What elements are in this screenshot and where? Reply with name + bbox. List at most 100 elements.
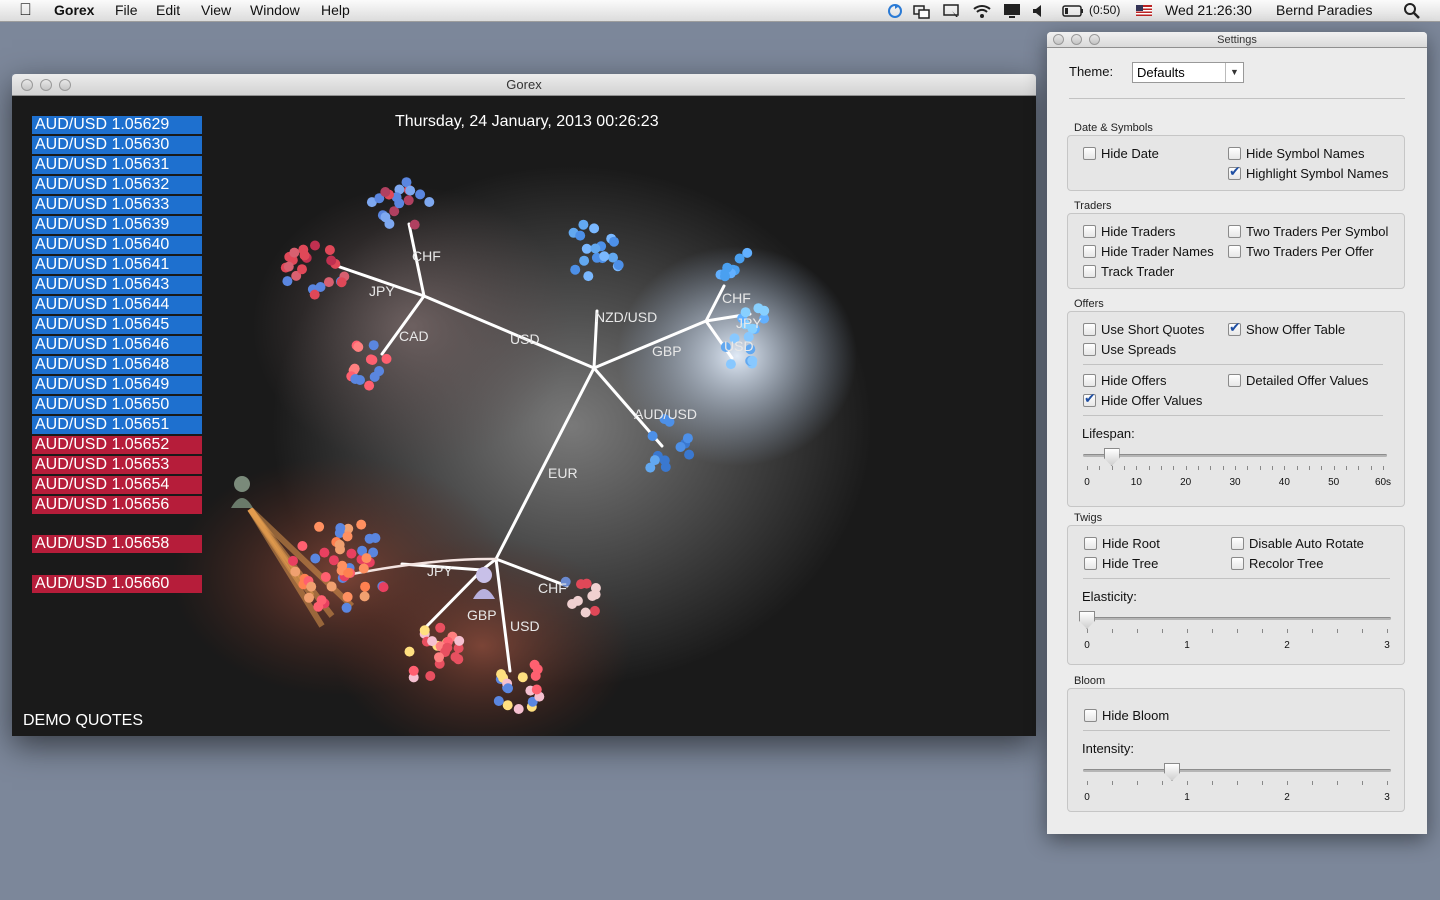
offer-node[interactable] [589,223,600,234]
offer-node[interactable] [335,523,346,533]
offer-node[interactable] [734,253,745,264]
offer-node[interactable] [590,243,601,254]
offer-node[interactable] [579,255,590,266]
offer-node[interactable] [320,572,331,582]
offer-node[interactable] [583,271,594,282]
menu-file[interactable]: File [115,2,138,18]
offer-node[interactable] [341,602,352,613]
checkbox-icon[interactable] [1083,343,1096,356]
offer-node[interactable] [720,271,730,282]
offer-node[interactable] [405,185,416,196]
windows-icon[interactable] [913,3,931,19]
checkbox-checked-icon[interactable] [1228,320,1241,336]
offer-node[interactable] [326,581,337,592]
offer-node[interactable] [336,277,347,288]
theme-select[interactable]: Defaults ▼ [1132,62,1244,83]
checkbox-icon[interactable] [1083,225,1096,238]
offer-node[interactable] [649,455,660,466]
track-trader-checkbox[interactable]: Track Trader [1083,264,1174,279]
offer-node[interactable] [361,553,372,564]
hide-traders-checkbox[interactable]: Hide Traders [1083,224,1175,239]
offer-node[interactable] [435,622,446,633]
offer-node[interactable] [609,236,619,247]
offer-node[interactable] [297,541,308,551]
menu-view[interactable]: View [201,2,231,18]
offer-node[interactable] [599,251,610,262]
checkbox-icon[interactable] [1083,245,1096,258]
offer-node[interactable] [578,219,589,230]
checkbox-icon[interactable] [1084,557,1097,570]
offer-node[interactable] [356,519,367,530]
offer-node[interactable] [364,533,375,544]
offer-node[interactable] [316,595,327,606]
offer-node[interactable] [567,599,578,609]
offer-node[interactable] [424,197,435,207]
menu-window[interactable]: Window [250,2,300,18]
offer-node[interactable] [283,261,294,272]
offer-node[interactable] [334,539,345,550]
offer-node[interactable] [337,560,348,571]
slider-track[interactable] [1083,769,1391,772]
detailed-offer-values-checkbox[interactable]: Detailed Offer Values [1228,373,1368,388]
offer-node[interactable] [378,582,389,593]
offer-node[interactable] [415,189,426,200]
checkbox-icon[interactable] [1228,374,1241,387]
offer-node[interactable] [513,704,524,714]
battery-icon[interactable] [1062,3,1084,19]
checkbox-icon[interactable] [1228,147,1241,160]
checkbox-checked-icon[interactable] [1228,164,1241,180]
offer-node[interactable] [353,342,364,352]
us-flag-icon[interactable] [1136,5,1152,21]
checkbox-icon[interactable] [1083,265,1096,278]
highlight-symbol-names-checkbox[interactable]: Highlight Symbol Names [1228,164,1388,181]
checkbox-icon[interactable] [1083,147,1096,160]
offer-node[interactable] [310,240,320,251]
checkbox-icon[interactable] [1231,557,1244,570]
show-offer-table-checkbox[interactable]: Show Offer Table [1228,320,1345,337]
offer-node[interactable] [722,262,733,273]
offer-node[interactable] [288,555,298,566]
hide-trader-names-checkbox[interactable]: Hide Trader Names [1083,244,1214,259]
visualization-canvas[interactable]: CHF JPY CAD USD NZD/USD GBP CHF JPY USD AUD/USD EU… [12,96,1036,736]
offer-node[interactable] [517,672,528,683]
slider-track[interactable] [1083,454,1387,457]
offer-node[interactable] [380,187,391,197]
offer-node[interactable] [682,433,693,444]
checkbox-icon[interactable] [1083,374,1096,387]
offer-node[interactable] [409,219,420,230]
offer-node[interactable] [434,652,444,663]
checkbox-icon[interactable] [1228,245,1241,258]
offer-node[interactable] [408,665,419,676]
checkbox-icon[interactable] [1083,323,1096,336]
spotlight-search-icon[interactable] [1404,3,1420,19]
offer-node[interactable] [581,243,592,254]
display-icon[interactable] [1003,3,1021,19]
use-short-quotes-checkbox[interactable]: Use Short Quotes [1083,322,1204,337]
hide-tree-checkbox[interactable]: Hide Tree [1084,556,1158,571]
offer-node[interactable] [381,353,392,364]
minimize-button[interactable] [40,79,52,91]
menu-app-name[interactable]: Gorex [54,2,94,18]
hide-root-checkbox[interactable]: Hide Root [1084,536,1160,551]
sync-icon[interactable] [886,3,904,19]
offer-node[interactable] [419,625,430,636]
offer-node[interactable] [315,282,326,292]
offer-node[interactable] [314,521,325,532]
hide-bloom-checkbox[interactable]: Hide Bloom [1084,708,1169,723]
offer-node[interactable] [675,442,686,452]
menu-help[interactable]: Help [321,2,350,18]
slider-track[interactable] [1083,617,1391,620]
gorex-titlebar[interactable]: Gorex [12,74,1036,96]
offer-node[interactable] [581,578,592,589]
close-button[interactable] [21,79,33,91]
offer-node[interactable] [647,431,658,441]
offer-node[interactable] [613,260,624,270]
disable-auto-rotate-checkbox[interactable]: Disable Auto Rotate [1231,536,1364,551]
hide-date-checkbox[interactable]: Hide Date [1083,146,1159,161]
offer-node[interactable] [369,371,380,382]
checkbox-icon[interactable] [1231,537,1244,550]
settings-titlebar[interactable]: Settings [1047,32,1427,48]
offer-node[interactable] [454,635,465,646]
checkbox-icon[interactable] [1084,709,1097,722]
offer-node[interactable] [368,340,379,351]
